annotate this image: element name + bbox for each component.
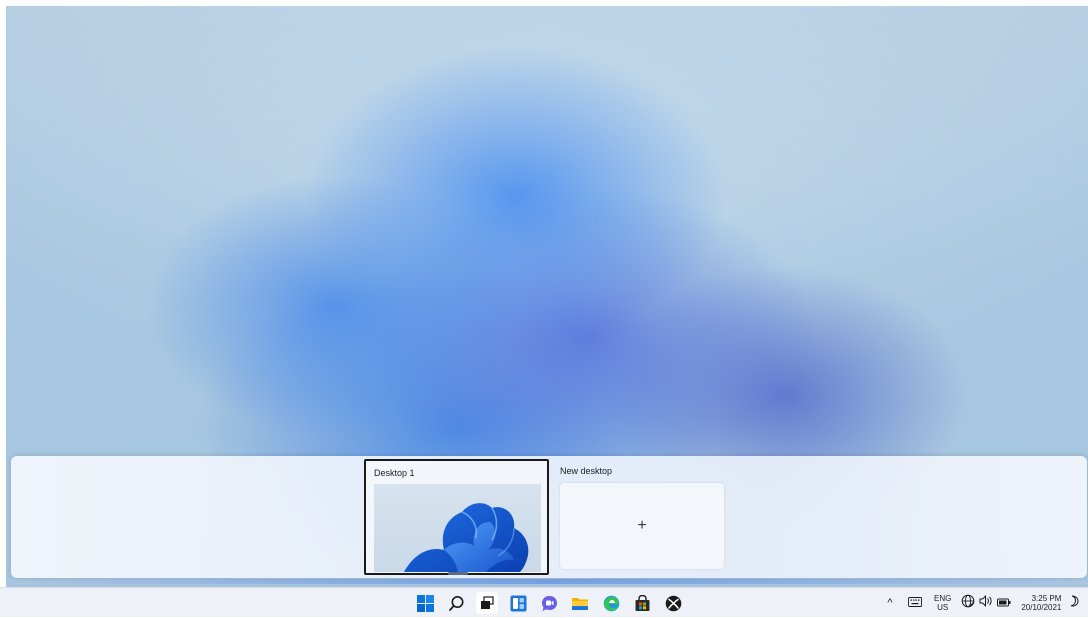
task-view-glow xyxy=(11,579,1087,584)
new-desktop-card[interactable]: New desktop + xyxy=(552,459,732,575)
task-view-strip xyxy=(11,456,1087,578)
edge-icon[interactable] xyxy=(600,592,622,614)
language-indicator[interactable]: ENG US xyxy=(934,594,951,612)
chat-icon[interactable] xyxy=(538,592,560,614)
new-desktop-label: New desktop xyxy=(560,466,613,476)
start-icon[interactable] xyxy=(414,592,436,614)
clock-date: 20/10/2021 xyxy=(1021,603,1062,612)
search-icon[interactable] xyxy=(445,592,467,614)
language-code: ENG xyxy=(934,594,952,603)
desktop-1-card[interactable]: Desktop 1 xyxy=(364,459,549,575)
desktop-1-label: Desktop 1 xyxy=(374,468,415,478)
widgets-icon[interactable] xyxy=(507,592,529,614)
show-hidden-icons-chevron[interactable]: ^ xyxy=(882,597,898,608)
bloom-wallpaper-image xyxy=(404,503,529,572)
file-explorer-icon[interactable] xyxy=(569,592,591,614)
taskbar: ^ ENG US 3:25 PM 20/10/2021 xyxy=(0,587,1088,617)
network-globe-icon[interactable] xyxy=(961,594,975,613)
volume-icon[interactable] xyxy=(979,594,993,612)
clock-time: 3:25 PM xyxy=(1031,594,1062,603)
desktop-1-thumbnail[interactable] xyxy=(374,484,541,572)
task-view-icon[interactable] xyxy=(476,592,498,614)
new-desktop-button[interactable]: + xyxy=(560,483,724,569)
clock[interactable]: 3:25 PM 20/10/2021 xyxy=(1021,594,1061,612)
active-desktop-indicator xyxy=(448,572,468,575)
keyboard-icon[interactable] xyxy=(908,594,922,612)
keyboard-region: US xyxy=(937,603,949,612)
notifications-moon-icon[interactable] xyxy=(1067,594,1079,612)
system-tray: ^ ENG US 3:25 PM 20/10/2021 xyxy=(882,588,1079,618)
store-icon[interactable] xyxy=(631,592,653,614)
plus-icon: + xyxy=(637,517,647,534)
xbox-icon[interactable] xyxy=(662,592,684,614)
battery-icon[interactable] xyxy=(997,594,1011,612)
